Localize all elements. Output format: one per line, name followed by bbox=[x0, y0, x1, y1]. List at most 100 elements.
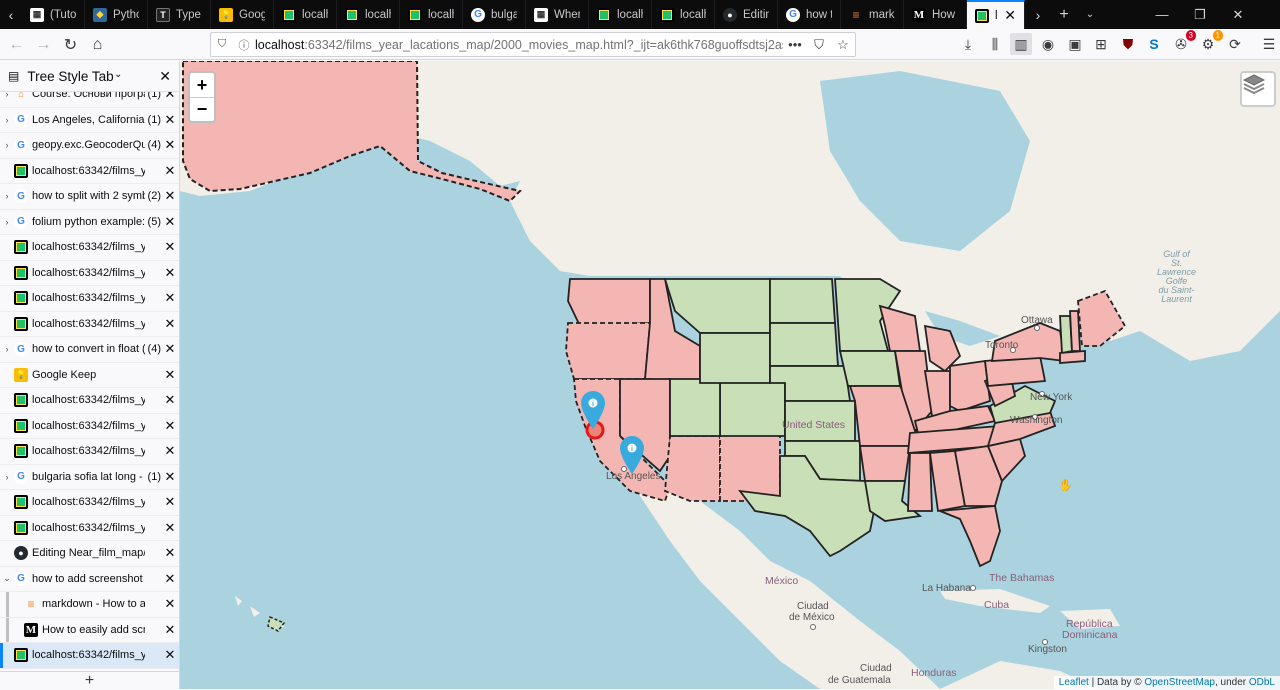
new-tab-icon[interactable]: + bbox=[1051, 6, 1077, 24]
tree-tab-row[interactable]: localhost:63342/films_year ✕ bbox=[0, 159, 179, 184]
close-tab-icon[interactable]: ✕ bbox=[161, 418, 179, 434]
browser-tab[interactable]: Ghow to bbox=[778, 0, 841, 29]
browser-tab[interactable]: ▦ (Tutorial) C bbox=[22, 0, 85, 29]
tree-tab-row[interactable]: ≡ markdown - How to add ✕ bbox=[0, 592, 179, 618]
browser-tab[interactable]: T Type C bbox=[148, 0, 211, 29]
browser-tab[interactable]: ◆ Python bbox=[85, 0, 148, 29]
close-tab-icon[interactable]: ✕ bbox=[1004, 7, 1016, 24]
close-tab-icon[interactable]: ✕ bbox=[161, 367, 179, 383]
sidebar-switcher-icon[interactable]: ▤ bbox=[8, 69, 19, 83]
tree-tab-row[interactable]: › Gfolium python example: (5) ✕ bbox=[0, 210, 179, 235]
tree-tab-row[interactable]: M How to easily add scree ✕ bbox=[0, 617, 179, 643]
home-icon[interactable]: ⌂ bbox=[84, 31, 111, 58]
zoom-in-button[interactable]: + bbox=[190, 73, 214, 97]
map-marker-los-angeles[interactable]: i bbox=[619, 435, 645, 475]
tree-tab-row[interactable]: › Ghow to split with 2 symb (2) ✕ bbox=[0, 184, 179, 210]
tree-tab-row[interactable]: localhost:63342/films_year ✕ bbox=[0, 261, 179, 286]
close-tab-icon[interactable]: ✕ bbox=[161, 647, 179, 663]
tampermonkey-icon[interactable]: ⚙ 1 bbox=[1197, 30, 1223, 55]
scroll-tabs-left-icon[interactable]: ‹ bbox=[0, 0, 22, 29]
minimize-icon[interactable]: — bbox=[1143, 7, 1181, 22]
tree-tab-row[interactable]: localhost:63342/films_year ✕ bbox=[0, 643, 179, 669]
pocket-icon[interactable]: ⛉ bbox=[807, 37, 831, 53]
tree-tab-row[interactable]: localhost:63342/films_year ✕ bbox=[0, 286, 179, 312]
close-tab-icon[interactable]: ✕ bbox=[161, 545, 179, 561]
browser-tab[interactable]: localh bbox=[274, 0, 337, 29]
twisty-icon[interactable]: › bbox=[0, 217, 14, 227]
browser-tab[interactable]: 💡 Googl bbox=[211, 0, 274, 29]
browser-tab[interactable]: Gbulga bbox=[463, 0, 526, 29]
tree-tab-row[interactable]: localhost:63342/films_year ✕ bbox=[0, 235, 179, 261]
browser-tab[interactable]: localh bbox=[337, 0, 400, 29]
tree-tab-row[interactable]: localhost:63342/films_year ✕ bbox=[0, 516, 179, 541]
close-tab-icon[interactable]: ✕ bbox=[161, 520, 179, 536]
browser-tab[interactable]: ≡ marko bbox=[841, 0, 904, 29]
restore-icon[interactable]: ❐ bbox=[1181, 7, 1219, 23]
twisty-icon[interactable]: › bbox=[0, 92, 14, 99]
sidebar-title[interactable]: Tree Style Tab bbox=[27, 69, 151, 84]
screenshot-ext-icon[interactable]: ▣ bbox=[1064, 33, 1086, 55]
tree-tab-row[interactable]: › Gbulgaria sofia lat long - (1) ✕ bbox=[0, 465, 179, 490]
tree-tab-row[interactable]: localhost:63342/films_year ✕ bbox=[0, 490, 179, 516]
browser-tab[interactable]: localh bbox=[589, 0, 652, 29]
twisty-icon[interactable]: › bbox=[0, 344, 14, 354]
tree-tab-row[interactable]: localhost:63342/films_year ✕ bbox=[0, 312, 179, 337]
close-tab-icon[interactable]: ✕ bbox=[161, 188, 179, 204]
new-tab-button[interactable]: + bbox=[0, 671, 179, 689]
close-tab-icon[interactable]: ✕ bbox=[161, 469, 179, 485]
browser-tab[interactable]: ▦ Where bbox=[526, 0, 589, 29]
leaflet-link[interactable]: Leaflet bbox=[1059, 677, 1089, 688]
tracking-shield-icon[interactable]: ⛉ bbox=[211, 38, 233, 51]
close-tab-icon[interactable]: ✕ bbox=[161, 596, 179, 612]
sidebar-toggle-icon[interactable]: ▥ bbox=[1010, 33, 1032, 55]
twisty-icon[interactable]: ⌄ bbox=[0, 573, 14, 584]
tree-tab-row[interactable]: › G Los Angeles, California, (1) ✕ bbox=[0, 108, 179, 133]
browser-tab[interactable]: loc ✕ bbox=[967, 0, 1025, 29]
zoom-out-button[interactable]: − bbox=[190, 97, 214, 121]
close-tab-icon[interactable]: ✕ bbox=[161, 290, 179, 306]
close-tab-icon[interactable]: ✕ bbox=[161, 92, 179, 102]
bookmark-star-icon[interactable]: ☆ bbox=[831, 37, 855, 53]
site-info-icon[interactable]: ⓘ bbox=[233, 37, 255, 53]
close-tab-icon[interactable]: ✕ bbox=[161, 265, 179, 281]
tree-tab-row[interactable]: ● Editing Near_film_map/RE ✕ bbox=[0, 541, 179, 567]
tree-tab-row[interactable]: ⌄Ghow to add screenshot in r ✕ bbox=[0, 567, 179, 592]
container-ext-icon[interactable]: ⊞ bbox=[1090, 33, 1112, 55]
tree-tab-row[interactable]: localhost:63342/films_year ✕ bbox=[0, 414, 179, 439]
close-tab-icon[interactable]: ✕ bbox=[161, 571, 179, 587]
account-icon[interactable]: ◉ bbox=[1037, 33, 1059, 55]
close-window-icon[interactable]: ✕ bbox=[1219, 7, 1257, 23]
close-tab-icon[interactable]: ✕ bbox=[161, 392, 179, 408]
twisty-icon[interactable]: › bbox=[0, 472, 14, 482]
url-bar[interactable]: ⛉ ⓘ localhost :63342/films_year_lacation… bbox=[210, 32, 856, 57]
close-tab-icon[interactable]: ✕ bbox=[161, 214, 179, 230]
list-all-tabs-icon[interactable]: ⌄ bbox=[1077, 9, 1103, 20]
browser-tab[interactable]: localh bbox=[400, 0, 463, 29]
twisty-icon[interactable]: › bbox=[0, 191, 14, 201]
layers-control-button[interactable] bbox=[1240, 71, 1276, 107]
close-tab-icon[interactable]: ✕ bbox=[161, 239, 179, 255]
twisty-icon[interactable]: › bbox=[0, 115, 14, 125]
browser-tab[interactable]: ● Editing bbox=[715, 0, 778, 29]
skype-ext-icon[interactable]: S bbox=[1143, 33, 1165, 55]
notification-ext-icon[interactable]: ✇ 3 bbox=[1170, 30, 1196, 55]
downloads-icon[interactable]: ⤓ bbox=[957, 33, 979, 55]
tree-tab-row[interactable]: › Ggeopy.exc.GeocoderQu (4) ✕ bbox=[0, 133, 179, 159]
tree-tab-row[interactable]: localhost:63342/films_year ✕ bbox=[0, 439, 179, 465]
tree-tab-row[interactable]: localhost:63342/films_year ✕ bbox=[0, 388, 179, 414]
close-tab-icon[interactable]: ✕ bbox=[161, 341, 179, 357]
map-marker-san-francisco[interactable]: i bbox=[580, 390, 606, 430]
close-tab-icon[interactable]: ✕ bbox=[161, 622, 179, 638]
leaflet-map[interactable]: Ottawa Toronto New York Washington Unite… bbox=[180, 61, 1280, 689]
reload-icon[interactable]: ↻ bbox=[57, 31, 84, 58]
browser-tab[interactable]: localh bbox=[652, 0, 715, 29]
close-tab-icon[interactable]: ✕ bbox=[161, 316, 179, 332]
close-tab-icon[interactable]: ✕ bbox=[161, 494, 179, 510]
tree-tab-row[interactable]: › Ghow to convert in float ((4) ✕ bbox=[0, 337, 179, 363]
browser-tab[interactable]: M How t bbox=[904, 0, 967, 29]
twisty-icon[interactable]: › bbox=[0, 140, 14, 150]
close-tab-icon[interactable]: ✕ bbox=[161, 112, 179, 128]
hamburger-menu-icon[interactable]: ☰ bbox=[1258, 33, 1280, 55]
ublock-icon[interactable]: ⛊ bbox=[1117, 33, 1139, 55]
chevron-down-icon[interactable]: ⌄ bbox=[114, 69, 122, 80]
